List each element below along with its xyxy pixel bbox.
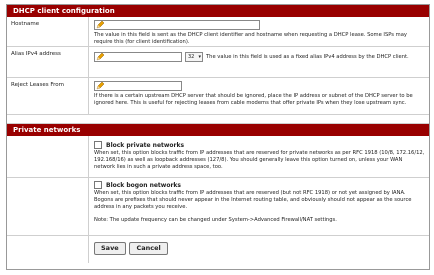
chevron-down-icon: ▾ (198, 54, 201, 60)
block-private-description: When set, this option blocks traffic fro… (94, 150, 425, 170)
reject-leases-label: Reject Leases From (7, 78, 89, 114)
buttons-label-cell (7, 236, 89, 263)
alias-description: The value in this field is used as a fix… (206, 53, 409, 60)
reject-leases-field-cell: If there is a certain upstream DHCP serv… (89, 78, 429, 114)
section-spacer (7, 115, 429, 124)
block-bogon-description: When set, this option blocks traffic fro… (94, 190, 412, 210)
block-bogon-label: Block bogon networks (106, 181, 181, 189)
buttons-row: Save Cancel (7, 236, 429, 263)
block-bogon-checkbox-line[interactable]: Block bogon networks (94, 181, 425, 189)
hostname-input[interactable] (94, 20, 260, 30)
hostname-label: Hostname (7, 17, 89, 46)
alias-input-line: 32 ▾ The value in this field is used as … (94, 52, 425, 62)
alias-label: Alias IPv4 address (7, 47, 89, 77)
alias-ipv4-input[interactable] (94, 52, 182, 62)
block-bogon-note: Note: The update frequency can be change… (94, 217, 337, 223)
pencil-icon (96, 53, 104, 61)
pencil-icon (96, 82, 104, 90)
block-private-field-cell: Block private networks When set, this op… (89, 136, 429, 177)
dhcp-section-header: DHCP client configuration (7, 5, 429, 17)
block-private-label: Block private networks (106, 141, 185, 149)
block-private-checkbox[interactable] (94, 141, 102, 149)
block-private-label-cell (7, 136, 89, 177)
buttons-cell: Save Cancel (89, 236, 429, 263)
private-section-header: Private networks (7, 124, 429, 136)
block-private-checkbox-line[interactable]: Block private networks (94, 141, 425, 149)
block-private-row: Block private networks When set, this op… (7, 136, 429, 178)
alias-row: Alias IPv4 address 32 ▾ The value in thi… (7, 47, 429, 78)
pencil-icon (96, 21, 104, 29)
cancel-button[interactable]: Cancel (129, 242, 168, 255)
block-bogon-label-cell (7, 178, 89, 235)
alias-mask-value: 32 (188, 54, 195, 60)
alias-mask-select[interactable]: 32 ▾ (185, 52, 203, 62)
block-bogon-field-cell: Block bogon networks When set, this opti… (89, 178, 429, 235)
hostname-description: The value in this field is sent as the D… (94, 32, 407, 45)
reject-leases-input[interactable] (94, 81, 182, 91)
reject-leases-row: Reject Leases From If there is a certain… (7, 78, 429, 115)
alias-field-cell: 32 ▾ The value in this field is used as … (89, 47, 429, 77)
interface-settings-panel: DHCP client configuration Hostname The v… (6, 4, 430, 270)
hostname-row: Hostname The value in this field is sent… (7, 17, 429, 47)
block-bogon-checkbox[interactable] (94, 181, 102, 189)
block-bogon-row: Block bogon networks When set, this opti… (7, 178, 429, 236)
save-button[interactable]: Save (94, 242, 126, 255)
reject-leases-description: If there is a certain upstream DHCP serv… (94, 93, 413, 106)
hostname-field-cell: The value in this field is sent as the D… (89, 17, 429, 46)
